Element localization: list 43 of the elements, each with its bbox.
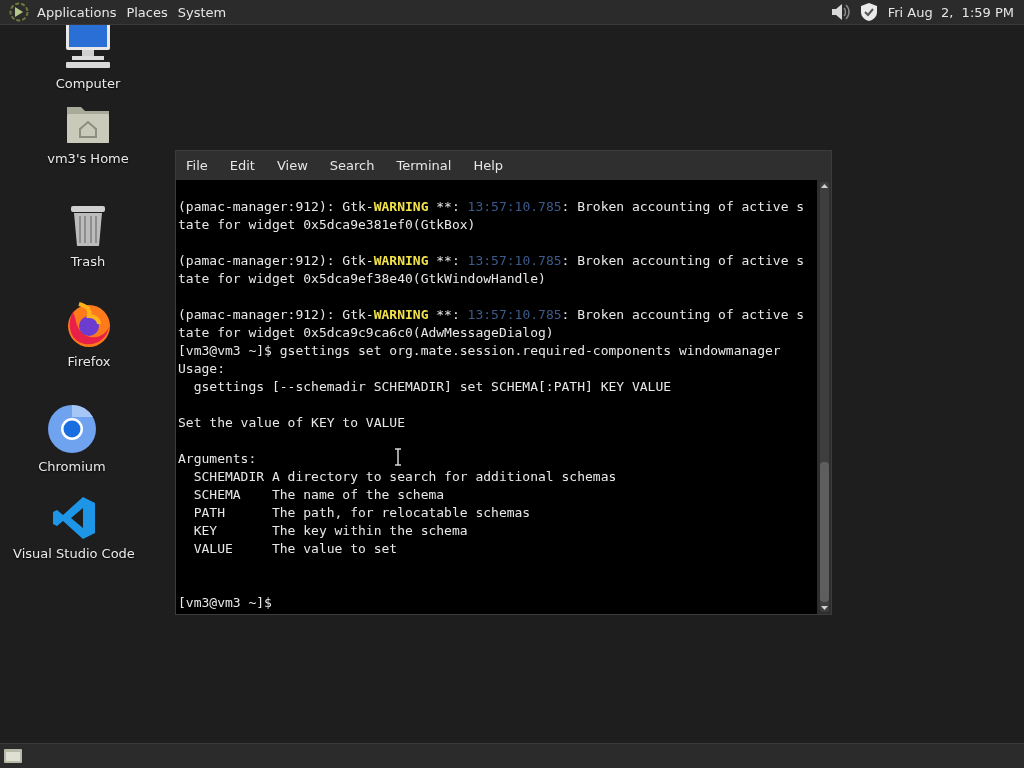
icon-label[interactable]: Visual Studio Code: [13, 546, 135, 561]
terminal-line: PATH The path, for relocatable schemas: [192, 504, 531, 522]
terminal-line: (pamac-manager:912): Gtk-WARNING **: 13:57:10.785: Broken accounting of active s: [178, 252, 805, 270]
icon-label[interactable]: Computer: [55, 76, 121, 91]
terminal-line: tate for widget 0x5dca9e381ef0(GtkBox): [178, 216, 476, 234]
terminal-line: Usage:: [178, 360, 225, 378]
terminal-line: (pamac-manager:912): Gtk-WARNING **: 13:57:10.785: Broken accounting of active s: [178, 306, 805, 324]
menu-logo-icon[interactable]: [9, 2, 29, 22]
terminal-line: Set the value of KEY to VALUE: [178, 414, 405, 432]
code-editor-icon[interactable]: [52, 496, 96, 540]
terminal-line: KEY The key within the schema: [192, 522, 468, 540]
menu-item[interactable]: View: [276, 158, 318, 173]
trash-icon[interactable]: [68, 204, 108, 248]
terminal-line: SCHEMADIR A directory to search for additional schemas: [192, 468, 617, 486]
terminal-line: tate for widget 0x5dca9ef38e40(GtkWindowHandle): [178, 270, 546, 288]
panel-menu[interactable]: Applications: [37, 4, 117, 20]
menu-item[interactable]: Search: [329, 158, 385, 173]
show-desktop-icon[interactable]: [3, 747, 23, 765]
browser-globe-icon[interactable]: [65, 300, 113, 348]
shield-check-icon[interactable]: [859, 2, 878, 22]
icon-label[interactable]: Trash: [70, 254, 106, 269]
menu-item[interactable]: Edit: [229, 158, 265, 173]
text-cursor-icon: [394, 448, 402, 466]
menu-item[interactable]: Terminal: [396, 158, 462, 173]
terminal-line: gsettings [--schemadir SCHEMADIR] set SCHEMA[:PATH] KEY VALUE: [192, 378, 672, 396]
terminal-line: [vm3@vm3 ~]$: [178, 594, 273, 612]
menu-item[interactable]: File: [186, 158, 218, 173]
terminal-line: SCHEMA The name of the schema: [192, 486, 445, 504]
volume-icon[interactable]: [829, 2, 850, 22]
icon-label[interactable]: Chromium: [38, 459, 106, 474]
terminal-line: Arguments:: [178, 450, 257, 468]
clock[interactable]: Fri Aug 2, 1:59 PM: [887, 4, 1014, 20]
browser-circle-icon[interactable]: [48, 405, 96, 453]
terminal-line: tate for widget 0x5dca9c9ca6c0(AdwMessageDialog): [178, 324, 554, 342]
terminal-line: (pamac-manager:912): Gtk-WARNING **: 13:57:10.785: Broken accounting of active s: [178, 198, 805, 216]
terminal-line: [vm3@vm3 ~]$ gsettings set org.mate.session.required-components windowmanager: [178, 342, 781, 360]
menu-item[interactable]: Help: [473, 158, 514, 173]
scrollbar[interactable]: [817, 180, 831, 614]
panel-menu[interactable]: System: [177, 4, 227, 20]
icon-label[interactable]: vm3's Home: [47, 151, 129, 166]
terminal-line: VALUE The value to set: [192, 540, 398, 558]
icon-label[interactable]: Firefox: [67, 354, 111, 369]
panel-menu[interactable]: Places: [126, 4, 168, 20]
